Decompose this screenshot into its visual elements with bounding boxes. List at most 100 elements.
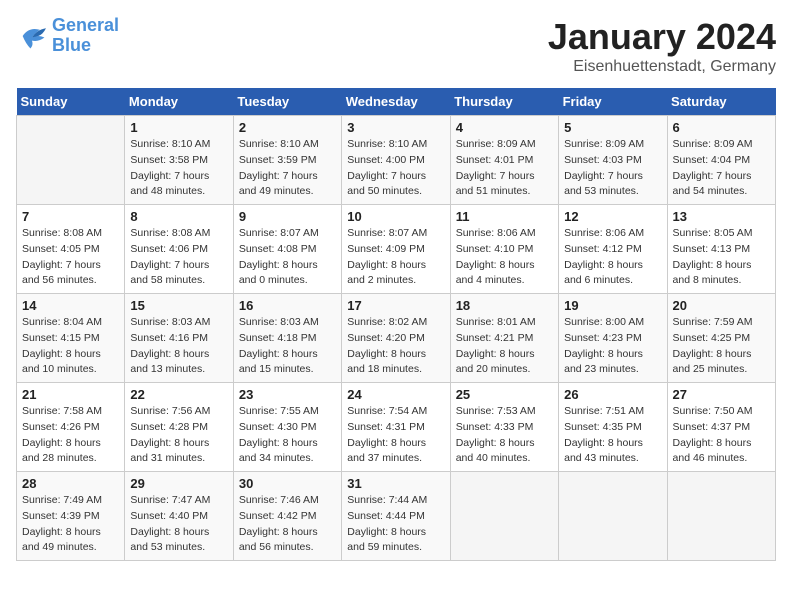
calendar-cell: 24Sunrise: 7:54 AMSunset: 4:31 PMDayligh… [342, 383, 450, 472]
calendar-cell: 30 Sunrise: 7:46 AMSunset: 4:42 PMDayligh… [233, 472, 341, 561]
day-number: 4 [456, 120, 553, 135]
day-detail: Sunrise: 7:46 AMSunset: 4:42 PMDaylight:… [239, 493, 336, 556]
calendar-cell: 9Sunrise: 8:07 AMSunset: 4:08 PMDaylight… [233, 205, 341, 294]
calendar-cell [667, 472, 775, 561]
calendar-cell: 29 Sunrise: 7:47 AMSunset: 4:40 PMDayligh… [125, 472, 233, 561]
weekday-header-tuesday: Tuesday [233, 88, 341, 116]
calendar-cell: 8 Sunrise: 8:08 AMSunset: 4:06 PMDaylight… [125, 205, 233, 294]
day-number: 6 [673, 120, 770, 135]
day-detail: Sunrise: 7:58 AMSunset: 4:26 PMDaylight:… [22, 404, 119, 467]
day-detail: Sunrise: 8:06 AMSunset: 4:12 PMDaylight:… [564, 226, 661, 289]
location: Eisenhuettenstadt, Germany [548, 58, 776, 76]
calendar-cell: 15 Sunrise: 8:03 AMSunset: 4:16 PMDayligh… [125, 294, 233, 383]
calendar-cell: 27 Sunrise: 7:50 AMSunset: 4:37 PMDayligh… [667, 383, 775, 472]
day-detail: Sunrise: 7:53 AMSunset: 4:33 PMDaylight:… [456, 404, 553, 467]
day-detail: Sunrise: 7:56 AMSunset: 4:28 PMDaylight:… [130, 404, 227, 467]
week-row-4: 21 Sunrise: 7:58 AMSunset: 4:26 PMDayligh… [17, 383, 776, 472]
week-row-2: 7Sunrise: 8:08 AMSunset: 4:05 PMDaylight… [17, 205, 776, 294]
calendar-cell [559, 472, 667, 561]
day-detail: Sunrise: 8:10 AMSunset: 3:59 PMDaylight:… [239, 137, 336, 200]
day-detail: Sunrise: 8:03 AMSunset: 4:16 PMDaylight:… [130, 315, 227, 378]
day-number: 24 [347, 387, 444, 402]
day-number: 23 [239, 387, 336, 402]
day-detail: Sunrise: 8:09 AMSunset: 4:01 PMDaylight:… [456, 137, 553, 200]
day-number: 15 [130, 298, 227, 313]
day-number: 22 [130, 387, 227, 402]
weekday-header-sunday: Sunday [17, 88, 125, 116]
day-number: 27 [673, 387, 770, 402]
day-number: 31 [347, 476, 444, 491]
logo-text: General Blue [52, 16, 119, 56]
calendar-cell: 16Sunrise: 8:03 AMSunset: 4:18 PMDayligh… [233, 294, 341, 383]
day-number: 28 [22, 476, 119, 491]
day-detail: Sunrise: 7:59 AMSunset: 4:25 PMDaylight:… [673, 315, 770, 378]
calendar-cell: 6Sunrise: 8:09 AMSunset: 4:04 PMDaylight… [667, 116, 775, 205]
day-number: 17 [347, 298, 444, 313]
day-detail: Sunrise: 8:09 AMSunset: 4:03 PMDaylight:… [564, 137, 661, 200]
day-number: 5 [564, 120, 661, 135]
day-number: 30 [239, 476, 336, 491]
day-number: 2 [239, 120, 336, 135]
day-detail: Sunrise: 7:50 AMSunset: 4:37 PMDaylight:… [673, 404, 770, 467]
day-detail: Sunrise: 8:02 AMSunset: 4:20 PMDaylight:… [347, 315, 444, 378]
week-row-1: 1Sunrise: 8:10 AMSunset: 3:58 PMDaylight… [17, 116, 776, 205]
calendar-cell: 26Sunrise: 7:51 AMSunset: 4:35 PMDayligh… [559, 383, 667, 472]
day-number: 16 [239, 298, 336, 313]
day-detail: Sunrise: 8:06 AMSunset: 4:10 PMDaylight:… [456, 226, 553, 289]
calendar-cell: 7Sunrise: 8:08 AMSunset: 4:05 PMDaylight… [17, 205, 125, 294]
logo: General Blue [16, 16, 119, 56]
day-detail: Sunrise: 7:49 AMSunset: 4:39 PMDaylight:… [22, 493, 119, 556]
day-number: 19 [564, 298, 661, 313]
day-number: 3 [347, 120, 444, 135]
day-detail: Sunrise: 8:08 AMSunset: 4:06 PMDaylight:… [130, 226, 227, 289]
day-number: 1 [130, 120, 227, 135]
day-number: 18 [456, 298, 553, 313]
calendar-cell: 19 Sunrise: 8:00 AMSunset: 4:23 PMDayligh… [559, 294, 667, 383]
weekday-header-saturday: Saturday [667, 88, 775, 116]
day-number: 21 [22, 387, 119, 402]
calendar-cell: 13Sunrise: 8:05 AMSunset: 4:13 PMDayligh… [667, 205, 775, 294]
day-detail: Sunrise: 8:07 AMSunset: 4:09 PMDaylight:… [347, 226, 444, 289]
day-detail: Sunrise: 7:51 AMSunset: 4:35 PMDaylight:… [564, 404, 661, 467]
day-detail: Sunrise: 7:44 AMSunset: 4:44 PMDaylight:… [347, 493, 444, 556]
day-detail: Sunrise: 7:47 AMSunset: 4:40 PMDaylight:… [130, 493, 227, 556]
week-row-3: 14Sunrise: 8:04 AMSunset: 4:15 PMDayligh… [17, 294, 776, 383]
day-number: 7 [22, 209, 119, 224]
day-detail: Sunrise: 7:55 AMSunset: 4:30 PMDaylight:… [239, 404, 336, 467]
calendar-table: SundayMondayTuesdayWednesdayThursdayFrid… [16, 88, 776, 561]
day-number: 10 [347, 209, 444, 224]
weekday-header-row: SundayMondayTuesdayWednesdayThursdayFrid… [17, 88, 776, 116]
calendar-cell: 31 Sunrise: 7:44 AMSunset: 4:44 PMDayligh… [342, 472, 450, 561]
logo-icon [16, 22, 48, 50]
calendar-cell: 3 Sunrise: 8:10 AMSunset: 4:00 PMDaylight… [342, 116, 450, 205]
calendar-cell: 22 Sunrise: 7:56 AMSunset: 4:28 PMDayligh… [125, 383, 233, 472]
weekday-header-monday: Monday [125, 88, 233, 116]
calendar-cell: 17 Sunrise: 8:02 AMSunset: 4:20 PMDayligh… [342, 294, 450, 383]
calendar-cell: 18Sunrise: 8:01 AMSunset: 4:21 PMDayligh… [450, 294, 558, 383]
day-number: 12 [564, 209, 661, 224]
day-detail: Sunrise: 8:00 AMSunset: 4:23 PMDaylight:… [564, 315, 661, 378]
weekday-header-thursday: Thursday [450, 88, 558, 116]
day-detail: Sunrise: 8:10 AMSunset: 4:00 PMDaylight:… [347, 137, 444, 200]
calendar-cell: 1Sunrise: 8:10 AMSunset: 3:58 PMDaylight… [125, 116, 233, 205]
calendar-cell: 20Sunrise: 7:59 AMSunset: 4:25 PMDayligh… [667, 294, 775, 383]
calendar-cell: 25 Sunrise: 7:53 AMSunset: 4:33 PMDayligh… [450, 383, 558, 472]
weekday-header-wednesday: Wednesday [342, 88, 450, 116]
calendar-cell: 14Sunrise: 8:04 AMSunset: 4:15 PMDayligh… [17, 294, 125, 383]
calendar-cell: 28 Sunrise: 7:49 AMSunset: 4:39 PMDayligh… [17, 472, 125, 561]
day-number: 8 [130, 209, 227, 224]
day-number: 25 [456, 387, 553, 402]
month-title: January 2024 [548, 16, 776, 58]
calendar-cell [17, 116, 125, 205]
calendar-cell: 4 Sunrise: 8:09 AMSunset: 4:01 PMDaylight… [450, 116, 558, 205]
calendar-cell: 12 Sunrise: 8:06 AMSunset: 4:12 PMDayligh… [559, 205, 667, 294]
calendar-cell: 11Sunrise: 8:06 AMSunset: 4:10 PMDayligh… [450, 205, 558, 294]
calendar-body: 1Sunrise: 8:10 AMSunset: 3:58 PMDaylight… [17, 116, 776, 561]
calendar-cell [450, 472, 558, 561]
day-number: 9 [239, 209, 336, 224]
calendar-cell: 2 Sunrise: 8:10 AMSunset: 3:59 PMDaylight… [233, 116, 341, 205]
page-header: General Blue January 2024 Eisenhuettenst… [16, 16, 776, 76]
day-number: 14 [22, 298, 119, 313]
calendar-cell: 23 Sunrise: 7:55 AMSunset: 4:30 PMDayligh… [233, 383, 341, 472]
day-number: 29 [130, 476, 227, 491]
